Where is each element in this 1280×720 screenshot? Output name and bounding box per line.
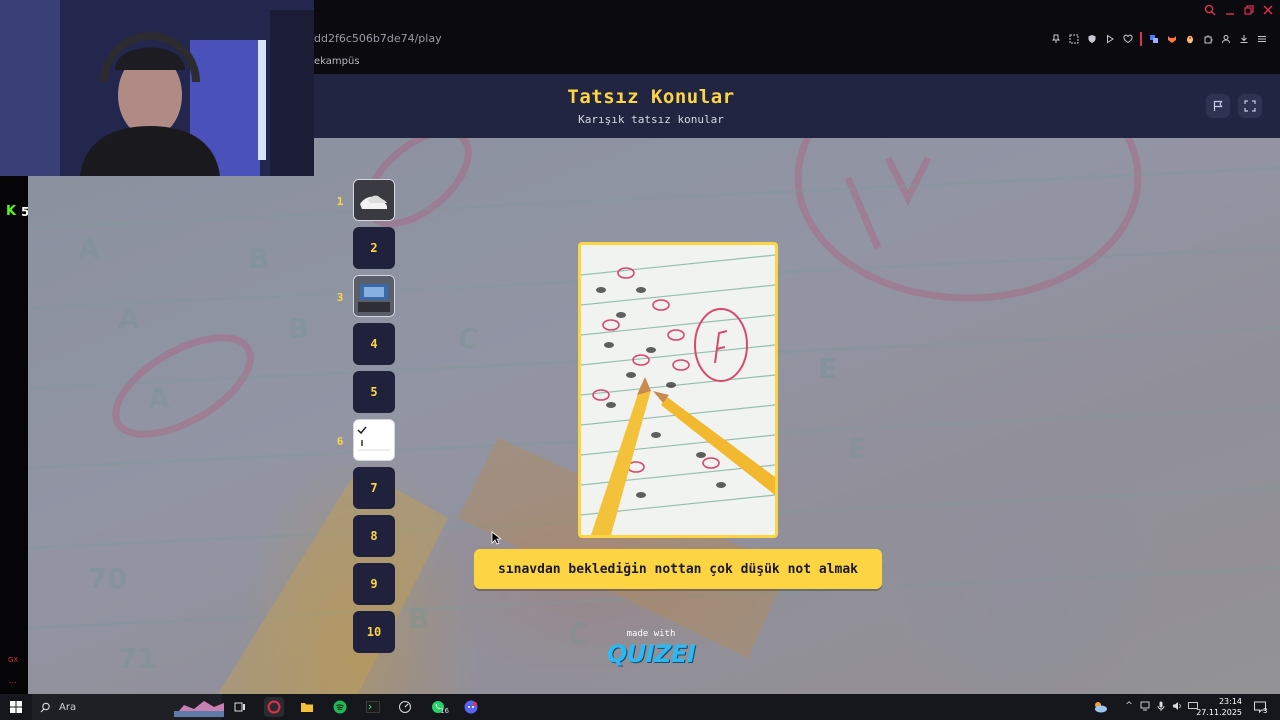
question-tile[interactable]: 5 (353, 371, 395, 413)
discord-icon (464, 700, 478, 714)
question-tile[interactable]: 10 (353, 611, 395, 653)
separator (1140, 32, 1142, 46)
more-label[interactable]: ... (9, 676, 17, 685)
question-tile[interactable]: 9 (353, 563, 395, 605)
flag-icon (1213, 100, 1223, 111)
sneakers-thumbnail (354, 180, 394, 220)
profile-icon[interactable] (1220, 33, 1232, 45)
room-thumbnail (354, 276, 394, 316)
search-icon[interactable] (1204, 4, 1216, 19)
notification-center-button[interactable]: 3 (1250, 697, 1270, 717)
taskbar-discord[interactable] (461, 697, 481, 717)
fullscreen-icon (1244, 100, 1256, 112)
question-number: 6 (336, 435, 344, 448)
puzzle-icon[interactable] (1202, 33, 1214, 45)
address-bar-url[interactable]: dd2f6c506b7de74/play (314, 32, 442, 45)
folder-icon (301, 703, 313, 712)
screenshot-icon[interactable] (1068, 33, 1080, 45)
shield-icon[interactable] (1086, 33, 1098, 45)
opera-gx-icon (267, 700, 281, 714)
bookmark-item[interactable]: ekampüs (314, 56, 360, 67)
pin-icon[interactable] (1050, 33, 1062, 45)
report-button[interactable] (1206, 94, 1230, 118)
quiz-header: Tatsız Konular Karışık tatsız konular (314, 74, 1280, 138)
minimize-icon[interactable] (1224, 4, 1236, 19)
exam-sheet-picture (581, 245, 775, 535)
answer-banner: sınavdan beklediğin nottan çok düşük not… (474, 549, 882, 589)
translate-icon[interactable] (1148, 33, 1160, 45)
clock-time: 23:14 (1218, 697, 1242, 706)
microphone-icon[interactable] (1156, 701, 1166, 711)
play-icon[interactable] (1104, 33, 1116, 45)
clock-date: 27.11.2025 (1196, 708, 1242, 717)
task-view-icon (234, 702, 245, 712)
egg-extension-icon[interactable] (1184, 33, 1196, 45)
document-thumbnail (354, 420, 394, 460)
task-view-button[interactable] (230, 697, 250, 717)
close-icon[interactable] (1262, 4, 1274, 19)
taskbar-clock[interactable]: 23:14 27.11.2025 (1196, 696, 1242, 718)
taskbar: Ara 16 ^ 23:14 27.11.2025 3 (0, 694, 1280, 720)
weather-widget[interactable] (1090, 697, 1110, 717)
question-tile[interactable] (353, 419, 395, 461)
menu-icon[interactable] (1256, 33, 1268, 45)
search-highlight-image (174, 701, 224, 717)
fullscreen-button[interactable] (1238, 94, 1262, 118)
question-image (578, 242, 778, 538)
heart-icon[interactable] (1122, 33, 1134, 45)
question-tile[interactable] (353, 275, 395, 317)
taskbar-file-explorer[interactable] (297, 697, 317, 717)
taskbar-search[interactable]: Ara (32, 694, 224, 720)
extensions-bar (1050, 32, 1268, 46)
mouse-cursor-icon (491, 531, 501, 545)
search-icon (40, 702, 50, 712)
question-tile[interactable]: 7 (353, 467, 395, 509)
weather-icon (1095, 702, 1107, 713)
webcam-overlay (0, 0, 314, 176)
question-tile[interactable]: 2 (353, 227, 395, 269)
start-button[interactable] (6, 697, 26, 717)
question-number: 3 (336, 291, 344, 304)
network-icon[interactable] (1140, 701, 1150, 711)
taskbar-opera-gx[interactable] (264, 697, 284, 717)
terminal-icon (366, 701, 380, 713)
restore-icon[interactable] (1243, 4, 1255, 19)
taskbar-terminal[interactable] (363, 697, 383, 717)
notification-count: 3 (1263, 707, 1268, 715)
taskbar-app-gauge[interactable] (395, 697, 415, 717)
whatsapp-badge: 16 (440, 707, 449, 715)
taskbar-whatsapp[interactable]: 16 (428, 697, 449, 717)
made-with-label: made with (626, 629, 676, 639)
taskbar-spotify[interactable] (330, 697, 350, 717)
question-tile[interactable] (353, 179, 395, 221)
spotify-icon (333, 700, 347, 714)
volume-icon[interactable] (1172, 701, 1182, 711)
gauge-icon (399, 701, 411, 713)
gx-label: GX (8, 656, 19, 664)
screen: dd2f6c506b7de74/play ekampüs K 5 GX ... … (0, 0, 1280, 720)
quiz-title: Tatsız Konular (567, 86, 735, 108)
download-icon[interactable] (1238, 33, 1250, 45)
question-tile[interactable]: 8 (353, 515, 395, 557)
brand-logo[interactable]: QUIZEI (600, 640, 702, 668)
windows-icon (10, 701, 22, 713)
chevron-up-icon[interactable]: ^ (1124, 701, 1134, 711)
streamer-webcam-feed (0, 0, 314, 176)
search-placeholder: Ara (59, 701, 77, 713)
fox-extension-icon[interactable] (1166, 33, 1178, 45)
kick-logo-icon: K (6, 204, 17, 219)
question-number: 1 (336, 195, 344, 208)
question-tile[interactable]: 4 (353, 323, 395, 365)
quiz-subtitle: Karışık tatsız konular (578, 113, 724, 126)
